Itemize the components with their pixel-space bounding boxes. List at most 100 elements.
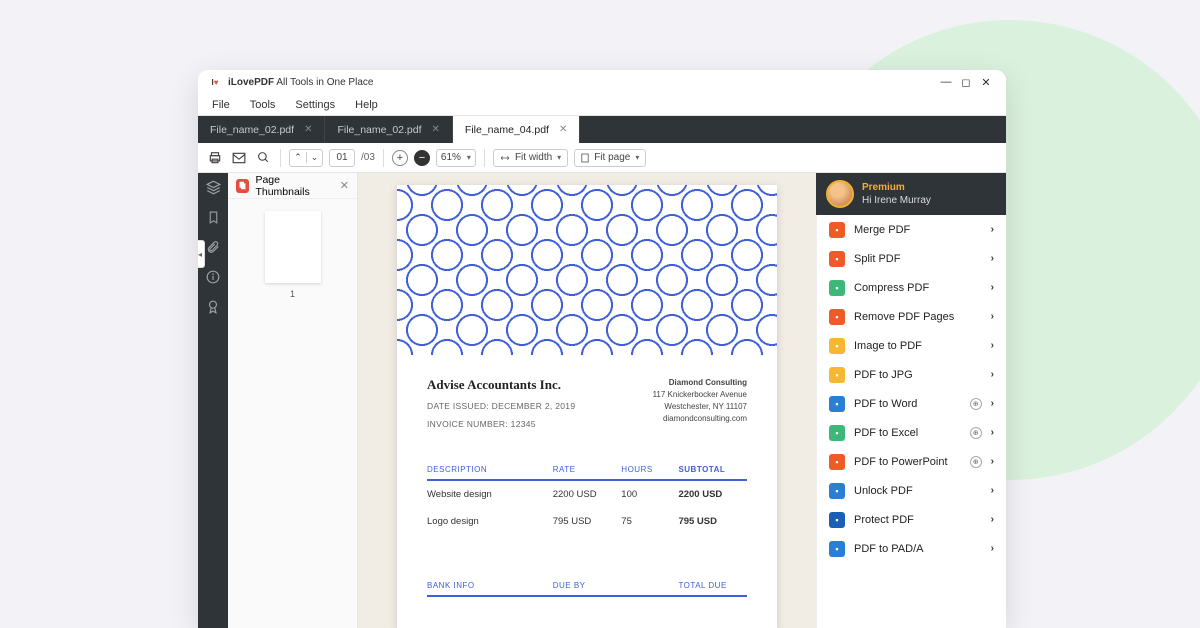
tool-icon: ▪ (829, 338, 845, 354)
zoom-in-icon[interactable]: + (392, 150, 408, 166)
table-header: DESCRIPTION RATE HOURS SUBTOTAL (427, 465, 747, 481)
thumbnail-list: 1 (228, 199, 357, 628)
user-tier: Premium (862, 181, 931, 194)
chevron-down-icon: ▾ (635, 153, 639, 162)
document-header-pattern (397, 185, 777, 355)
maximize-button[interactable]: ◻ (956, 76, 976, 89)
content-area: Page Thumbnails ✕ 1 Advise Accountants I… (198, 173, 1006, 628)
toolbar: ⌃ ⌄ 01 /03 + − 61%▾ Fit width▾ Fit page▾ (198, 143, 1006, 173)
close-icon[interactable]: ✕ (432, 124, 440, 135)
tool-pdf-to-powerpoint[interactable]: ▪PDF to PowerPoint⊕› (817, 447, 1006, 476)
thumbnail-number: 1 (290, 289, 295, 299)
tool-pdf-to-jpg[interactable]: ▪ PDF to JPG › (817, 360, 1006, 389)
print-icon[interactable] (206, 149, 224, 167)
tool-unlock-pdf[interactable]: ▪Unlock PDF› (817, 476, 1006, 505)
fit-page-button[interactable]: Fit page▾ (574, 149, 646, 167)
close-icon[interactable]: ✕ (304, 124, 312, 135)
user-panel[interactable]: Premium Hi Irene Murray (816, 173, 1006, 215)
chevron-down-icon: ▾ (557, 153, 561, 162)
collapse-sidebar-icon[interactable]: ◂ (198, 240, 205, 268)
close-icon[interactable]: ✕ (559, 124, 567, 135)
tool-merge-pdf[interactable]: ▪Merge PDF› (817, 215, 1006, 244)
globe-icon: ⊕ (970, 398, 982, 410)
chevron-down-icon: ▾ (467, 153, 471, 162)
tool-label: Split PDF (854, 253, 982, 265)
app-logo: I♥ (208, 75, 222, 89)
tab-file-1[interactable]: File_name_02.pdf✕ (198, 116, 325, 143)
tool-label: Image to PDF (854, 340, 982, 352)
tool-label: PDF to PAD/A (854, 543, 982, 555)
tool-icon: ▪ (829, 454, 845, 470)
thumbnail-page-1[interactable] (265, 211, 321, 283)
chevron-right-icon: › (991, 340, 994, 351)
tool-image-to-pdf[interactable]: ▪ Image to PDF › (817, 331, 1006, 360)
app-title: iLovePDF All Tools in One Place (228, 77, 373, 88)
page-down-icon[interactable]: ⌄ (306, 152, 322, 163)
app-window: I♥ iLovePDF All Tools in One Place — ◻ ✕… (198, 70, 1006, 628)
tool-label: PDF to Excel (854, 427, 961, 439)
thumbnail-title: Page Thumbnails (255, 174, 333, 198)
table-footer: BANK INFO DUE BY TOTAL DUE (427, 581, 747, 597)
tool-split-pdf[interactable]: ▪Split PDF› (817, 244, 1006, 273)
tool-remove-pdf-pages[interactable]: ▪Remove PDF Pages› (817, 302, 1006, 331)
menu-tools[interactable]: Tools (240, 96, 286, 114)
tool-icon: ▪ (829, 425, 845, 441)
menu-bar: File Tools Settings Help (198, 94, 1006, 116)
search-icon[interactable] (254, 149, 272, 167)
page-total: /03 (361, 152, 375, 163)
zoom-out-icon[interactable]: − (414, 150, 430, 166)
right-sidebar: ◂ Premium Hi Irene Murray ▪Merge PDF›▪Sp… (816, 173, 1006, 628)
mail-icon[interactable] (230, 149, 248, 167)
bookmark-icon[interactable] (205, 209, 221, 225)
tool-label: Unlock PDF (854, 485, 982, 497)
tool-icon: ▪ (829, 483, 845, 499)
table-row: Website design 2200 USD 100 2200 USD (427, 481, 747, 508)
chevron-right-icon: › (991, 427, 994, 438)
menu-file[interactable]: File (202, 96, 240, 114)
tool-label: Compress PDF (854, 282, 982, 294)
tool-label: Protect PDF (854, 514, 982, 526)
document-page: Advise Accountants Inc. DATE ISSUED: DEC… (397, 185, 777, 628)
tool-icon: ▪ (829, 309, 845, 325)
tab-file-2[interactable]: File_name_02.pdf✕ (325, 116, 452, 143)
document-viewer: Advise Accountants Inc. DATE ISSUED: DEC… (358, 173, 816, 628)
page-up-icon[interactable]: ⌃ (290, 152, 306, 163)
tool-protect-pdf[interactable]: ▪ Protect PDF › (817, 505, 1006, 534)
chevron-right-icon: › (991, 369, 994, 380)
tool-label: PDF to JPG (854, 369, 982, 381)
tool-compress-pdf[interactable]: ▪Compress PDF› (817, 273, 1006, 302)
zoom-select[interactable]: 61%▾ (436, 149, 476, 167)
menu-help[interactable]: Help (345, 96, 388, 114)
thumbnails-icon (236, 179, 249, 193)
tool-icon: ▪ (829, 512, 845, 528)
page-input[interactable]: 01 (329, 149, 355, 167)
tool-icon: ▪ (829, 367, 845, 383)
ribbon-icon[interactable] (205, 299, 221, 315)
menu-settings[interactable]: Settings (285, 96, 345, 114)
user-greeting: Hi Irene Murray (862, 194, 931, 207)
tool-icon: ▪ (829, 396, 845, 412)
info-icon[interactable] (205, 269, 221, 285)
minimize-button[interactable]: — (936, 76, 956, 88)
chevron-right-icon: › (991, 224, 994, 235)
layers-icon[interactable] (205, 179, 221, 195)
tab-file-3[interactable]: File_name_04.pdf✕ (453, 116, 580, 143)
tool-label: Merge PDF (854, 224, 982, 236)
close-button[interactable]: ✕ (976, 76, 996, 89)
table-row: Logo design 795 USD 75 795 USD (427, 508, 747, 535)
tool-icon: ▪ (829, 541, 845, 557)
chevron-right-icon: › (991, 311, 994, 322)
tool-pdf-to-word[interactable]: ▪ PDF to Word ⊕ › (817, 389, 1006, 418)
close-icon[interactable]: ✕ (340, 179, 349, 192)
tool-label: PDF to Word (854, 398, 961, 410)
tool-pdf-to-excel[interactable]: ▪PDF to Excel⊕› (817, 418, 1006, 447)
tool-label: PDF to PowerPoint (854, 456, 961, 468)
globe-icon: ⊕ (970, 456, 982, 468)
tool-pdf-to-pad-a[interactable]: ▪PDF to PAD/A› (817, 534, 1006, 563)
chevron-right-icon: › (991, 514, 994, 525)
attachment-icon[interactable] (205, 239, 221, 255)
invoice-number: INVOICE NUMBER: 12345 (427, 419, 575, 429)
chevron-right-icon: › (991, 398, 994, 409)
fit-width-button[interactable]: Fit width▾ (493, 149, 568, 167)
tool-list: ▪Merge PDF›▪Split PDF›▪Compress PDF›▪Rem… (816, 215, 1006, 628)
